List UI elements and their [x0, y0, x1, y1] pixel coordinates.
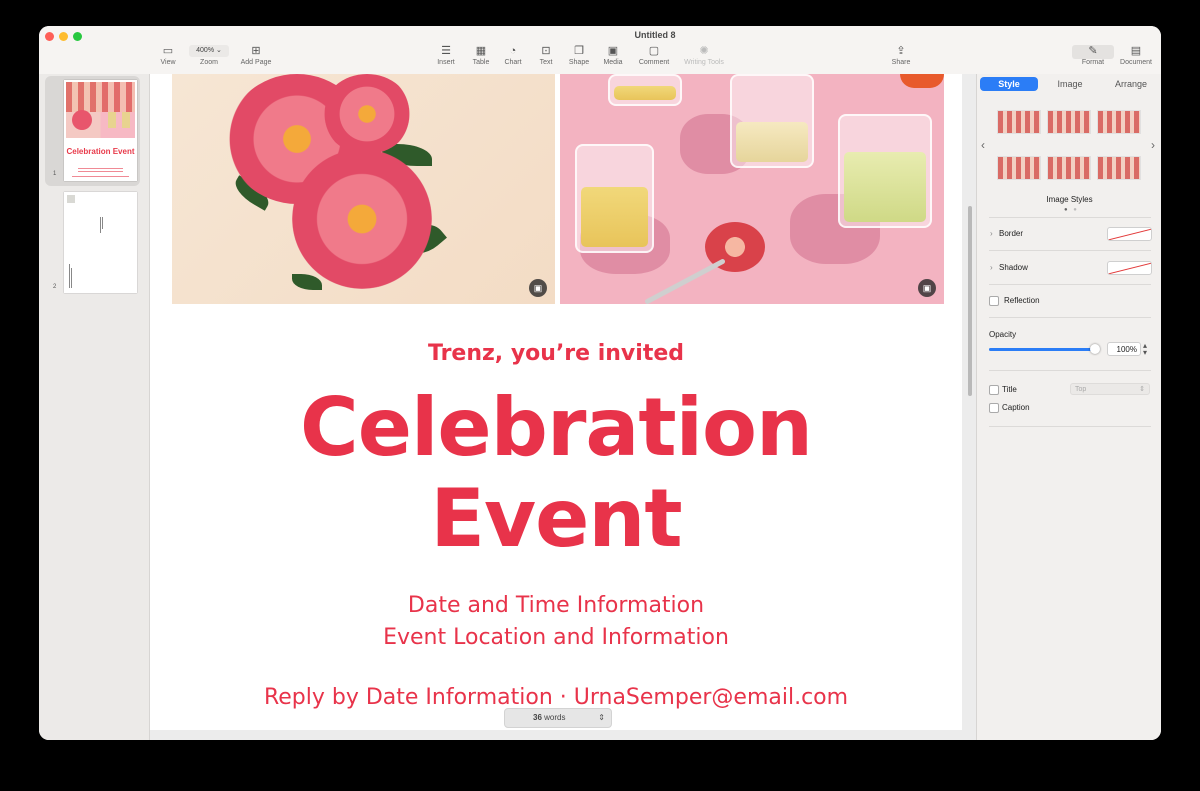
add-page-button[interactable]: ⊞ Add Page: [234, 44, 278, 66]
border-label[interactable]: Border: [999, 229, 1023, 238]
document-page[interactable]: ▣ ▣ Trenz, you’re invited Celebration Ev…: [150, 74, 962, 730]
tab-style[interactable]: Style: [980, 77, 1038, 91]
writing-tools-icon: ✺: [699, 45, 709, 57]
image-style-swatch[interactable]: [1097, 156, 1141, 180]
image-styles-label: Image Styles: [1046, 195, 1093, 204]
invite-title[interactable]: Celebration Event: [150, 382, 962, 564]
page-number-1: 1: [53, 171, 57, 177]
vertical-scrollbar[interactable]: [968, 206, 972, 396]
window-title: Untitled 8: [634, 30, 676, 40]
chevron-right-icon[interactable]: ›: [1151, 138, 1155, 152]
format-button[interactable]: ✎ Format: [1071, 44, 1115, 66]
comment-icon: ▢: [648, 45, 660, 57]
writing-tools-label: Writing Tools: [684, 59, 724, 66]
opacity-label: Opacity: [989, 330, 1017, 339]
border-swatch[interactable]: [1107, 227, 1152, 241]
media-button[interactable]: ▣ Media: [591, 44, 635, 66]
page-thumbnail-2[interactable]: [64, 192, 137, 293]
invite-title-line-2: Event: [430, 472, 682, 565]
image-style-swatch[interactable]: [1097, 110, 1141, 134]
title-label: Title: [1002, 385, 1017, 394]
image-style-swatch[interactable]: [1047, 156, 1091, 180]
opacity-stepper[interactable]: ▴ ▾: [1143, 342, 1147, 357]
thumb-photo: [66, 82, 135, 138]
image-style-swatch[interactable]: [997, 156, 1041, 180]
opacity-slider[interactable]: [989, 344, 1100, 354]
word-count-label: words: [544, 713, 566, 722]
peony-photo[interactable]: ▣: [172, 74, 555, 304]
zoom-button[interactable]: Zoom: [187, 44, 231, 66]
page-number-2: 2: [53, 284, 57, 290]
caption-checkbox[interactable]: [989, 403, 999, 413]
tab-arrange[interactable]: Arrange: [1102, 77, 1160, 91]
opacity-slider-fill: [989, 348, 1095, 351]
shadow-swatch[interactable]: [1107, 261, 1152, 275]
chevron-updown-icon: ⇕: [1139, 386, 1145, 393]
chevron-right-icon[interactable]: ›: [990, 229, 993, 238]
document-button[interactable]: ▤ Document: [1114, 44, 1158, 66]
comment-button[interactable]: ▢ Comment: [632, 44, 676, 66]
word-count-number: 36: [533, 713, 542, 722]
format-inspector: Style Image Arrange ‹ › Image Styles ● ●…: [976, 74, 1161, 740]
opacity-field[interactable]: 100%: [1107, 342, 1141, 356]
format-label: Format: [1081, 59, 1105, 66]
shadow-label[interactable]: Shadow: [999, 263, 1028, 272]
add-page-label: Add Page: [240, 59, 272, 66]
invite-title-line-1: Celebration: [300, 381, 813, 474]
add-page-icon: ⊞: [251, 45, 261, 57]
opacity-slider-knob[interactable]: [1090, 344, 1100, 354]
inspector-tabs: Style Image Arrange: [980, 77, 1160, 91]
view-button[interactable]: ▭ View: [146, 44, 190, 66]
date-time-line[interactable]: Date and Time Information: [150, 593, 962, 618]
page-dots[interactable]: ● ●: [1064, 207, 1079, 213]
title-checkbox[interactable]: [989, 385, 999, 395]
thumb-title: Celebration Event: [66, 147, 135, 156]
image-styles-grid: [997, 110, 1147, 185]
tab-image[interactable]: Image: [1041, 77, 1099, 91]
view-icon: ▭: [162, 45, 174, 57]
page-thumbnails-sidebar: Celebration Event 1 2: [39, 74, 150, 740]
document-label: Document: [1120, 59, 1152, 66]
media-label: Media: [603, 59, 623, 66]
chevron-left-icon[interactable]: ‹: [981, 138, 985, 152]
comment-label: Comment: [638, 59, 670, 66]
word-count-stepper-icon: ⇕: [598, 713, 605, 722]
reply-line[interactable]: Reply by Date Information · UrnaSemper@e…: [150, 685, 962, 710]
share-label: Share: [891, 59, 911, 66]
chevron-right-icon[interactable]: ›: [990, 263, 993, 272]
title-position-value: Top: [1075, 386, 1087, 393]
document-icon: ▤: [1130, 45, 1142, 57]
media-icon: ▣: [607, 45, 619, 57]
word-count-control[interactable]: 36 words ⇕: [504, 708, 612, 728]
writing-tools-button[interactable]: ✺ Writing Tools: [679, 44, 729, 66]
view-label: View: [160, 59, 176, 66]
pages-window: Untitled 8 ▭ View 400% ⌄ Zoom ⊞ Add Page…: [39, 26, 1161, 740]
image-style-swatch[interactable]: [997, 110, 1041, 134]
photo-replace-icon[interactable]: ▣: [918, 279, 936, 297]
format-icon: ✎: [1088, 45, 1098, 57]
invite-subtitle[interactable]: Trenz, you’re invited: [150, 341, 962, 366]
image-style-swatch[interactable]: [1047, 110, 1091, 134]
toolbar: Untitled 8 ▭ View 400% ⌄ Zoom ⊞ Add Page…: [39, 26, 1161, 75]
share-button[interactable]: ⇪ Share: [879, 44, 923, 66]
drinks-photo[interactable]: ▣: [560, 74, 944, 304]
photo-replace-icon[interactable]: ▣: [529, 279, 547, 297]
title-position-select[interactable]: Top ⇕: [1070, 383, 1150, 395]
caption-label: Caption: [1002, 403, 1030, 412]
zoom-label: Zoom: [200, 59, 218, 66]
share-icon: ⇪: [896, 45, 906, 57]
document-canvas: ▣ ▣ Trenz, you’re invited Celebration Ev…: [150, 74, 976, 740]
location-line[interactable]: Event Location and Information: [150, 625, 962, 650]
page-thumbnail-1[interactable]: Celebration Event: [64, 80, 137, 181]
reflection-checkbox[interactable]: [989, 296, 999, 306]
reflection-label: Reflection: [1004, 296, 1040, 305]
